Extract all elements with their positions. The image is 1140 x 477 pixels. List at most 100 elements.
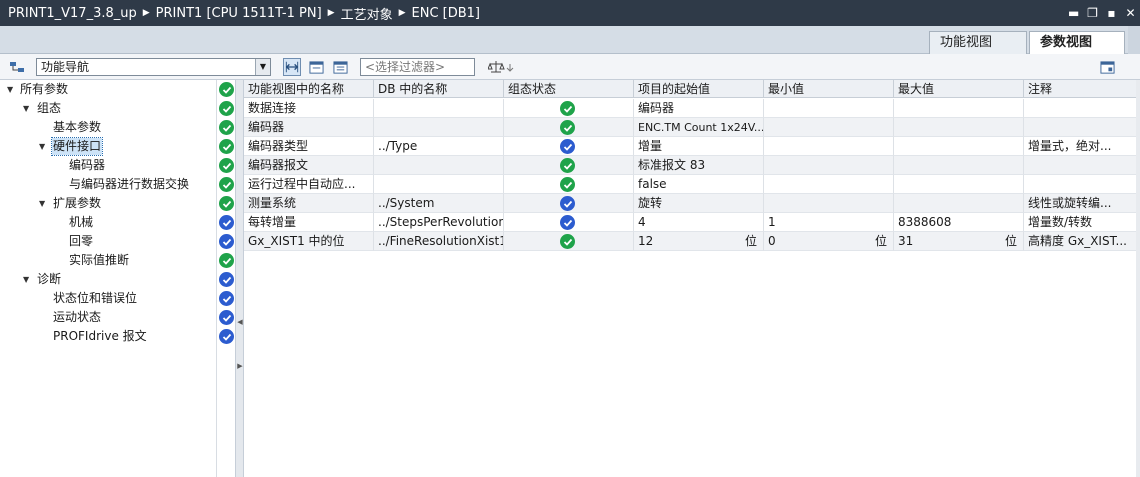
status-default-icon bbox=[560, 196, 575, 211]
navigation-mode-icon[interactable] bbox=[8, 58, 26, 76]
expand-arrow-icon[interactable]: ▼ bbox=[39, 137, 45, 156]
column-header-comment[interactable]: 注释 bbox=[1024, 80, 1140, 98]
status-ok-icon bbox=[219, 253, 234, 268]
cell-comment: 增量数/转数 bbox=[1024, 213, 1140, 232]
expand-arrow-icon[interactable]: ▼ bbox=[23, 99, 29, 118]
table-row[interactable]: 编码器类型 ../Type 增量 增量式，绝对... bbox=[244, 137, 1140, 156]
tab-parameter-view[interactable]: 参数视图 bbox=[1029, 31, 1125, 55]
status-default-icon bbox=[219, 310, 234, 325]
breadcrumb-device[interactable]: PRINT1 [CPU 1511T-1 PN] bbox=[156, 6, 322, 21]
minimize-icon[interactable]: ▬ bbox=[1068, 6, 1079, 20]
vertical-scrollbar[interactable] bbox=[1136, 80, 1140, 477]
panel-splitter[interactable]: ◀ ▶ bbox=[236, 80, 244, 477]
breadcrumb-technology-objects[interactable]: 工艺对象 bbox=[341, 4, 393, 23]
cell-start-value[interactable]: ENC.TM Count 1x24V... bbox=[634, 118, 764, 137]
tree-item-actual-value-extrapolation[interactable]: 实际值推断 bbox=[0, 251, 216, 270]
cell-min-value bbox=[764, 175, 894, 194]
cell-min-value: 0位 bbox=[764, 232, 894, 251]
cell-min-value bbox=[764, 156, 894, 175]
breadcrumb-object[interactable]: ENC [DB1] bbox=[412, 6, 481, 21]
status-default-icon bbox=[219, 215, 234, 230]
filter-input[interactable]: <选择过滤器> bbox=[360, 58, 475, 76]
cell-min-value bbox=[764, 99, 894, 118]
cell-start-value[interactable]: 4 bbox=[634, 213, 764, 232]
tree-item-hardware-interface[interactable]: ▼ 硬件接口 bbox=[0, 137, 216, 156]
navigation-select[interactable]: 功能导航 ▼ bbox=[36, 58, 271, 76]
cell-start-value[interactable]: 12 位 bbox=[634, 232, 764, 251]
unit-label: 位 bbox=[1004, 234, 1017, 248]
tab-function-view[interactable]: 功能视图 bbox=[929, 31, 1027, 54]
status-default-icon bbox=[560, 139, 575, 154]
cell-start-value[interactable]: 标准报文 83 bbox=[634, 156, 764, 175]
tree-item-encoder[interactable]: 编码器 bbox=[0, 156, 216, 175]
cell-comment: 线性或旋转编... bbox=[1024, 194, 1140, 213]
cell-start-value[interactable]: 旋转 bbox=[634, 194, 764, 213]
cell-function-name: 测量系统 bbox=[244, 194, 374, 213]
breadcrumb-project[interactable]: PRINT1_V17_3.8_up bbox=[8, 6, 137, 21]
column-header-min-value[interactable]: 最小值 bbox=[764, 80, 894, 98]
cell-db-name: ../StepsPerRevolution bbox=[374, 213, 504, 232]
navigation-select-value: 功能导航 bbox=[41, 60, 90, 74]
tree-item-all-parameters[interactable]: ▼ 所有参数 bbox=[0, 80, 216, 99]
tree-item-configuration[interactable]: ▼ 组态 bbox=[0, 99, 216, 118]
table-row[interactable]: 测量系统 ../System 旋转 线性或旋转编... bbox=[244, 194, 1140, 213]
compare-values-icon[interactable] bbox=[487, 58, 517, 76]
cell-comment bbox=[1024, 118, 1140, 137]
collapse-right-icon[interactable]: ▶ bbox=[237, 362, 243, 370]
column-header-function-name[interactable]: 功能视图中的名称 bbox=[244, 80, 374, 98]
tree-status-column bbox=[216, 80, 236, 477]
cell-start-value[interactable]: 编码器 bbox=[634, 99, 764, 118]
table-row[interactable]: 编码器报文 标准报文 83 bbox=[244, 156, 1140, 175]
status-ok-icon bbox=[219, 158, 234, 173]
collapse-left-icon[interactable]: ◀ bbox=[237, 318, 243, 326]
tree-item-homing[interactable]: 回零 bbox=[0, 232, 216, 251]
table-row[interactable]: 每转增量 ../StepsPerRevolution 4 1 8388608 增… bbox=[244, 213, 1140, 232]
tree-item-encoder-data-exchange[interactable]: 与编码器进行数据交换 bbox=[0, 175, 216, 194]
cell-db-name bbox=[374, 118, 504, 137]
cell-config-status bbox=[504, 137, 634, 156]
tree-item-extended-parameters[interactable]: ▼ 扩展参数 bbox=[0, 194, 216, 213]
column-header-db-name[interactable]: DB 中的名称 bbox=[374, 80, 504, 98]
close-icon[interactable]: ✕ bbox=[1125, 6, 1136, 20]
expand-arrow-icon[interactable]: ▼ bbox=[23, 270, 29, 289]
tree-item-status-error-bits[interactable]: 状态位和错误位 bbox=[0, 289, 216, 308]
cell-comment bbox=[1024, 175, 1140, 194]
cell-function-name: 编码器报文 bbox=[244, 156, 374, 175]
cell-config-status bbox=[504, 118, 634, 137]
table-row[interactable]: 编码器 ENC.TM Count 1x24V... bbox=[244, 118, 1140, 137]
expand-arrow-icon[interactable]: ▼ bbox=[39, 194, 45, 213]
column-header-max-value[interactable]: 最大值 bbox=[894, 80, 1024, 98]
unit-label: 位 bbox=[744, 234, 757, 248]
tree-item-basic-parameters[interactable]: 基本参数 bbox=[0, 118, 216, 137]
expand-arrow-icon[interactable]: ▼ bbox=[7, 80, 13, 99]
start-value-text: 12 bbox=[638, 234, 654, 248]
cell-start-value[interactable]: false bbox=[634, 175, 764, 194]
cell-start-value[interactable]: 增量 bbox=[634, 137, 764, 156]
layout-toggle-icon[interactable] bbox=[1098, 58, 1116, 76]
cell-db-name bbox=[374, 175, 504, 194]
status-ok-icon bbox=[219, 82, 234, 97]
cell-function-name: 每转增量 bbox=[244, 213, 374, 232]
title-bar: PRINT1_V17_3.8_up ▶ PRINT1 [CPU 1511T-1 … bbox=[0, 0, 1140, 26]
cell-db-name: ../System bbox=[374, 194, 504, 213]
table-row[interactable]: 数据连接 编码器 bbox=[244, 99, 1140, 118]
table-row[interactable]: Gx_XIST1 中的位 ../FineResolutionXist1 12 位 … bbox=[244, 232, 1140, 251]
min-value-text: 0 bbox=[768, 234, 776, 248]
float-icon[interactable]: ▪ bbox=[1106, 6, 1117, 20]
column-header-start-value[interactable]: 项目的起始值 bbox=[634, 80, 764, 98]
cell-max-value bbox=[894, 175, 1024, 194]
tree-item-motion-status[interactable]: 运动状态 bbox=[0, 308, 216, 327]
sync-navigation-icon[interactable] bbox=[283, 58, 301, 76]
restore-icon[interactable]: ❐ bbox=[1087, 6, 1098, 20]
column-header-config-status[interactable]: 组态状态 bbox=[504, 80, 634, 98]
cell-comment: 增量式，绝对... bbox=[1024, 137, 1140, 156]
tree-item-mechanics[interactable]: 机械 bbox=[0, 213, 216, 232]
cell-max-value bbox=[894, 118, 1024, 137]
collapse-all-icon[interactable] bbox=[331, 58, 349, 76]
status-ok-icon bbox=[219, 196, 234, 211]
chevron-down-icon[interactable]: ▼ bbox=[255, 59, 270, 75]
expand-all-icon[interactable] bbox=[307, 58, 325, 76]
tree-item-profidrive-telegram[interactable]: PROFIdrive 报文 bbox=[0, 327, 216, 346]
table-row[interactable]: 运行过程中自动应... false bbox=[244, 175, 1140, 194]
tree-item-diagnostics[interactable]: ▼ 诊断 bbox=[0, 270, 216, 289]
